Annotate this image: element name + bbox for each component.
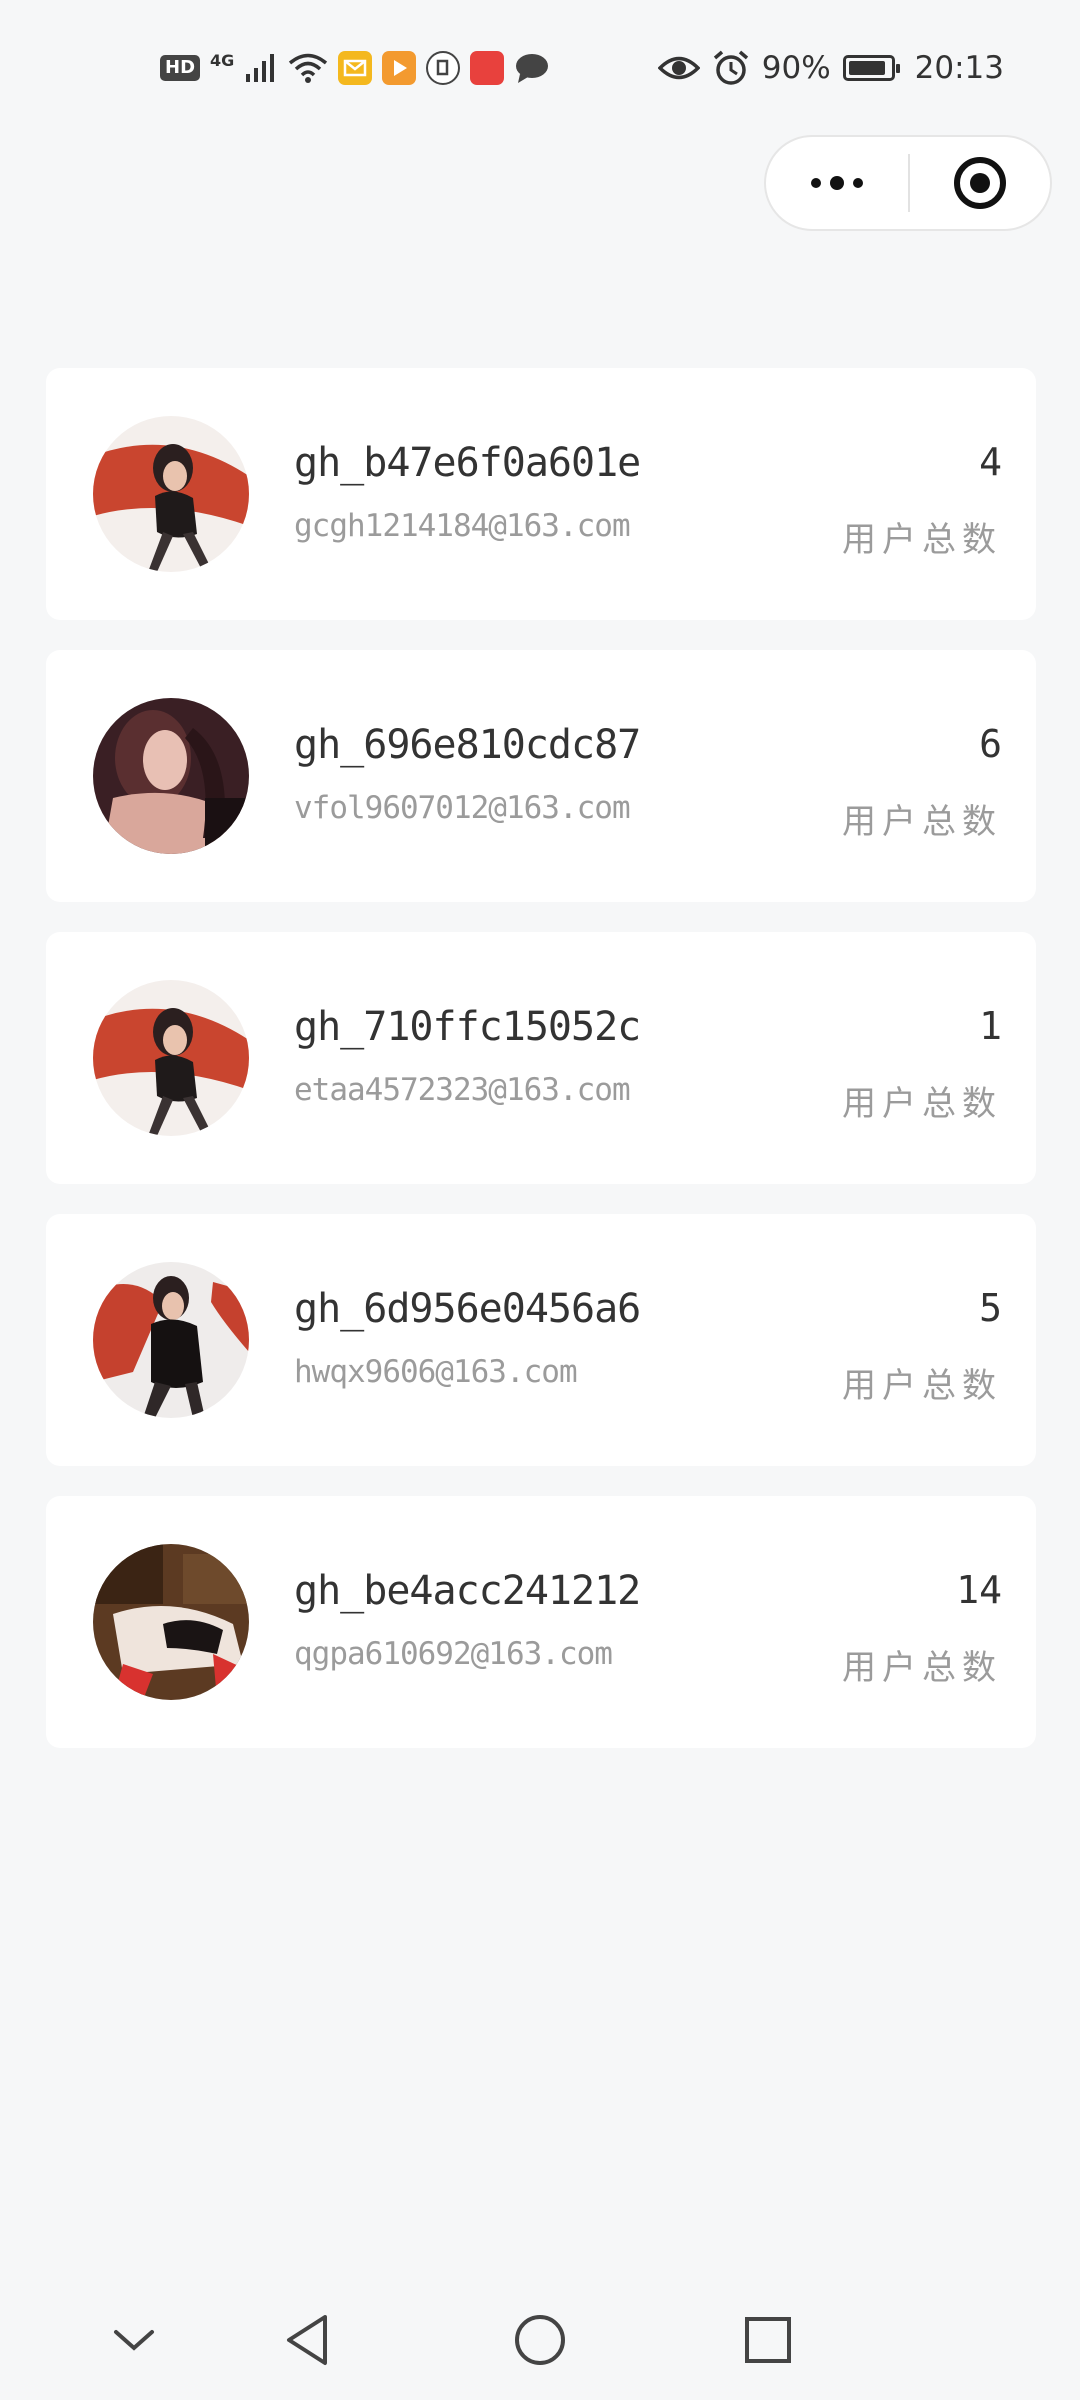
clock: 20:13 xyxy=(914,50,1004,86)
home-circle-icon xyxy=(515,2315,565,2365)
user-count-label: 用户总数 xyxy=(842,1648,1002,1688)
avatar xyxy=(93,416,249,572)
recents-button[interactable] xyxy=(738,2310,798,2370)
battery-icon xyxy=(842,55,900,81)
battery-percent: 90% xyxy=(761,50,831,86)
user-count: 6 xyxy=(979,722,1002,766)
account-name: gh_b47e6f0a601e xyxy=(294,440,641,486)
screen: HD 4G 90% 20:13 gh_b47e6f0a601e gcgh1214… xyxy=(0,0,1080,2400)
user-count-label: 用户总数 xyxy=(842,1366,1002,1406)
eye-icon xyxy=(657,56,700,80)
back-triangle-icon xyxy=(287,2315,327,2365)
account-email: vfol9607012@163.com xyxy=(294,790,631,826)
status-bar: HD 4G 90% 20:13 xyxy=(0,0,1080,136)
user-count-label: 用户总数 xyxy=(842,802,1002,842)
user-count: 1 xyxy=(979,1004,1002,1048)
account-card[interactable]: gh_710ffc15052c etaa4572323@163.com 1 用户… xyxy=(46,932,1036,1184)
account-card[interactable]: gh_696e810cdc87 vfol9607012@163.com 6 用户… xyxy=(46,650,1036,902)
account-card[interactable]: gh_6d956e0456a6 hwqx9606@163.com 5 用户总数 xyxy=(46,1214,1036,1466)
menu-capsule xyxy=(764,135,1052,231)
user-count-label: 用户总数 xyxy=(842,1084,1002,1124)
collapse-button[interactable] xyxy=(104,2310,164,2370)
account-card[interactable]: gh_b47e6f0a601e gcgh1214184@163.com 4 用户… xyxy=(46,368,1036,620)
mail-app-icon xyxy=(338,51,373,85)
account-name: gh_6d956e0456a6 xyxy=(294,1286,641,1332)
status-bar-left: HD 4G xyxy=(160,48,550,88)
navigation-bar xyxy=(0,2280,1080,2400)
user-count: 5 xyxy=(979,1286,1002,1330)
network-type: 4G xyxy=(210,50,235,70)
home-button[interactable] xyxy=(510,2310,570,2370)
avatar xyxy=(93,698,249,854)
account-email: hwqx9606@163.com xyxy=(294,1354,578,1390)
account-name: gh_696e810cdc87 xyxy=(294,722,641,768)
recents-square-icon xyxy=(745,2317,791,2363)
more-button[interactable] xyxy=(766,137,908,229)
huawei-app-icon xyxy=(470,51,505,85)
more-dots-icon xyxy=(811,178,821,188)
status-bar-right: 90% 20:13 xyxy=(657,48,1004,88)
user-count: 4 xyxy=(979,440,1002,484)
video-app-icon xyxy=(382,51,417,85)
account-email: etaa4572323@163.com xyxy=(294,1072,631,1108)
avatar xyxy=(93,1262,249,1418)
more-dots-icon-right xyxy=(853,178,863,188)
user-count: 14 xyxy=(956,1568,1002,1612)
message-app-icon xyxy=(516,54,549,83)
account-name: gh_be4acc241212 xyxy=(294,1568,641,1614)
close-button[interactable] xyxy=(910,137,1050,229)
signal-icon xyxy=(246,54,275,82)
avatar xyxy=(93,980,249,1136)
user-count-label: 用户总数 xyxy=(842,520,1002,560)
account-card[interactable]: gh_be4acc241212 qgpa610692@163.com 14 用户… xyxy=(46,1496,1036,1748)
wifi-icon xyxy=(289,53,328,83)
shield-app-icon xyxy=(426,51,461,85)
hd-badge: HD xyxy=(160,55,201,81)
avatar xyxy=(93,1544,249,1700)
back-button[interactable] xyxy=(278,2310,338,2370)
account-email: qgpa610692@163.com xyxy=(294,1636,613,1672)
more-dots-icon-center xyxy=(830,176,844,190)
account-email: gcgh1214184@163.com xyxy=(294,508,631,544)
close-target-icon xyxy=(954,157,1006,209)
collapse-chevron-icon xyxy=(114,2330,154,2351)
alarm-icon xyxy=(713,50,748,85)
account-name: gh_710ffc15052c xyxy=(294,1004,641,1050)
